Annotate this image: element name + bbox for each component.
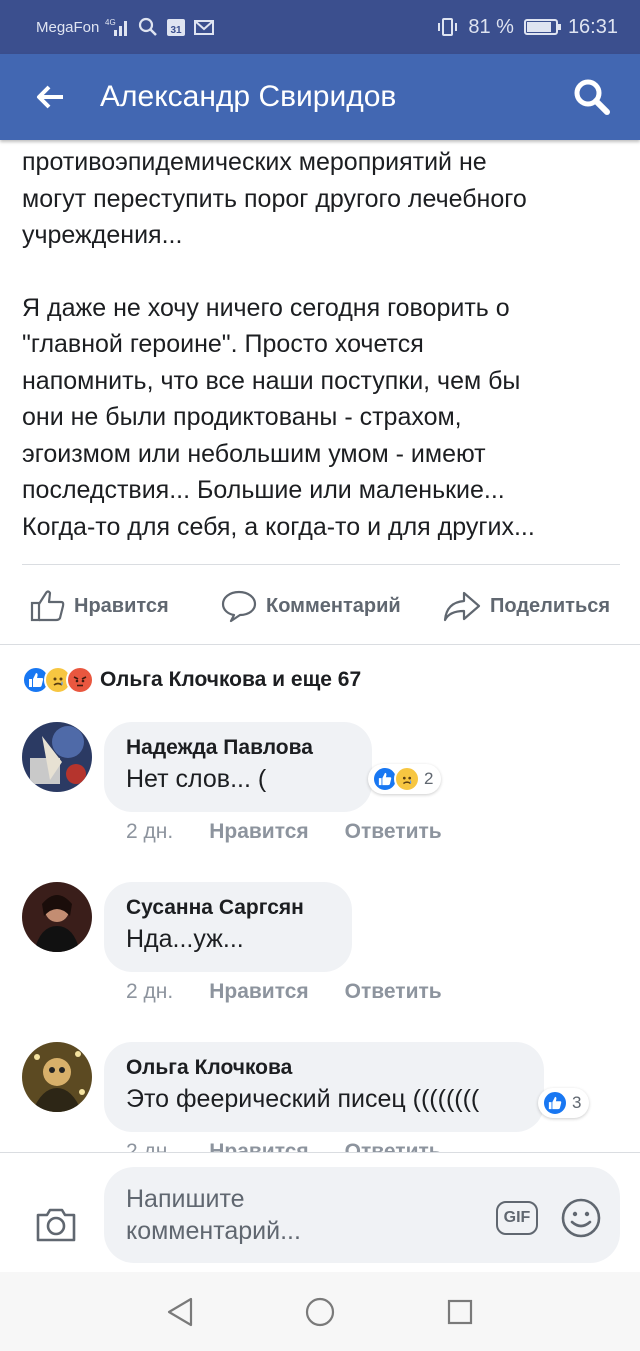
circle-home-icon [305,1297,335,1326]
comment-input-placeholder: Напишите комментарий... [126,1185,301,1245]
clock: 16:31 [567,15,618,38]
comment-bubble[interactable]: Ольга Клочкова Это феерический писец (((… [104,1042,544,1132]
status-bar: MegaFon 4G 31 81 % 16:31 [0,0,640,54]
like-reaction-icon [542,1090,568,1116]
comment-text: Нет слов... ( [126,765,267,793]
svg-text:31: 31 [171,25,183,36]
nav-back-button[interactable] [160,1292,200,1332]
square-recents-icon [447,1299,473,1324]
carrier-label: MegaFon [36,18,100,36]
comment-label: Комментарий [266,594,401,617]
nav-home-button[interactable] [300,1292,340,1332]
comment-like-button[interactable]: Нравится [209,820,308,844]
comment-meta: 2 дн. Нравится Ответить [126,980,442,1004]
comment-button[interactable]: Комментарий [220,589,401,623]
comment-time: 2 дн. [126,980,174,1003]
divider [22,564,620,565]
smiley-icon [561,1198,601,1238]
battery-icon [523,19,561,35]
comment-reply-button[interactable]: Ответить [345,980,442,1004]
comment-like-button[interactable]: Нравится [209,980,308,1004]
thumbs-up-icon [30,590,65,622]
comment-author[interactable]: Сусанна Саргсян [126,894,330,922]
status-left: MegaFon 4G 31 [36,16,215,38]
comment-icon [221,590,257,623]
avatar[interactable] [22,722,92,792]
angry-reaction-icon [66,666,94,694]
search-status-icon [137,16,159,38]
share-label: Поделиться [490,594,611,617]
share-button[interactable]: Поделиться [442,589,610,623]
comment-text: Нда...уж... [126,925,244,953]
comment-reply-button[interactable]: Ответить [345,820,442,844]
comment-author[interactable]: Надежда Павлова [126,734,350,762]
avatar[interactable] [22,1042,92,1112]
reactions-summary-text: Ольга Клочкова и еще 67 [100,668,362,691]
comment-meta: 2 дн. Нравится Ответить [126,820,442,844]
back-button[interactable] [0,54,100,140]
post-paragraph: противоэпидемических мероприятий не могу… [22,148,527,249]
comment-author[interactable]: Ольга Клочкова [126,1054,522,1082]
reaction-icons [22,666,94,694]
vibrate-icon [436,16,458,38]
post-paragraph: Я даже не хочу ничего сегодня говорить о… [22,293,535,541]
gif-button[interactable]: GIF [496,1201,538,1235]
comment-time: 2 дн. [126,820,174,843]
triangle-back-icon [167,1297,193,1326]
nav-recents-button[interactable] [440,1292,480,1332]
camera-button[interactable] [34,1205,78,1245]
arrow-left-icon [37,85,63,109]
calendar-icon: 31 [165,16,187,38]
like-button[interactable]: Нравится [30,589,169,623]
comment-reactions[interactable]: 2 [368,764,442,794]
status-right: 81 % 16:31 [436,16,618,39]
like-label: Нравится [74,594,169,617]
search-icon [574,79,610,115]
mail-icon [193,18,215,36]
svg-text:4G: 4G [105,18,116,27]
post-actions: Нравится Комментарий Поделиться [0,570,640,642]
reaction-count: 2 [424,769,434,788]
camera-icon [36,1208,76,1242]
comment-reactions[interactable]: 3 [538,1088,590,1118]
comment-bubble[interactable]: Надежда Павлова Нет слов... ( [104,722,372,812]
reactions-summary[interactable]: Ольга Клочкова и еще 67 [22,660,361,700]
page-title: Александр Свиридов [100,80,397,113]
emoji-button[interactable] [560,1197,602,1239]
reaction-count: 3 [572,1093,582,1112]
comment-composer: Напишите комментарий... GIF [0,1152,640,1272]
sad-reaction-icon [394,766,420,792]
battery-percent: 81 % [468,15,514,38]
search-button[interactable] [544,54,640,140]
system-nav-bar [0,1272,640,1351]
post-body: противоэпидемических мероприятий не могу… [22,144,622,545]
comment-text: Это феерический писец (((((((( [126,1085,480,1113]
share-icon [443,591,481,622]
comment-bubble[interactable]: Сусанна Саргсян Нда...уж... [104,882,352,972]
divider [0,644,640,645]
signal-icon: 4G [105,17,131,37]
app-bar: Александр Свиридов [0,54,640,140]
comment-input[interactable]: Напишите комментарий... GIF [104,1167,620,1263]
avatar[interactable] [22,882,92,952]
